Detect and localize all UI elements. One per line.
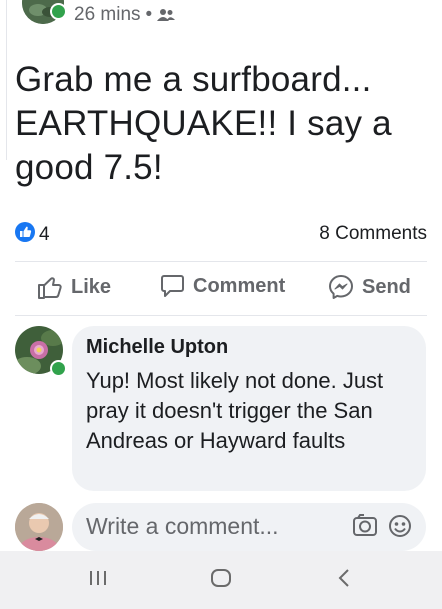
post-meta: 26 mins •: [74, 4, 176, 26]
comments-count-link[interactable]: 8 Comments: [319, 223, 427, 245]
send-button[interactable]: Send: [328, 274, 411, 300]
camera-icon[interactable]: [352, 514, 378, 543]
recent-apps-icon[interactable]: [88, 568, 108, 593]
commenter-name[interactable]: Michelle Upton: [86, 336, 228, 359]
online-status-dot: [50, 3, 67, 20]
post-text: Grab me a surfboard... EARTHQUAKE!! I sa…: [15, 60, 392, 187]
divider-top: [15, 261, 427, 262]
commenter-online-dot: [50, 360, 67, 377]
post-time[interactable]: 26 mins: [74, 4, 141, 26]
comment-label: Comment: [193, 275, 286, 297]
reactions-summary[interactable]: 4: [15, 222, 50, 248]
like-button[interactable]: Like: [37, 274, 111, 300]
friends-icon: [157, 8, 176, 22]
comment-button[interactable]: Comment: [160, 274, 285, 299]
messenger-icon: [328, 274, 354, 300]
divider-bottom: [15, 315, 427, 316]
like-label: Like: [71, 275, 112, 298]
like-count: 4: [39, 224, 50, 245]
thumbs-up-icon: [37, 274, 63, 300]
comment-placeholder: Write a comment...: [86, 513, 279, 539]
send-label: Send: [362, 275, 411, 298]
like-reaction-icon: [15, 222, 35, 248]
current-user-avatar[interactable]: [15, 503, 63, 551]
home-icon[interactable]: [210, 568, 232, 593]
back-icon[interactable]: [336, 568, 352, 593]
comment-text: Yup! Most likely not done. Just pray it …: [86, 368, 384, 453]
left-edge-divider: [0, 0, 7, 160]
speech-bubble-icon: [160, 274, 185, 299]
meta-separator: •: [145, 4, 153, 25]
emoji-icon[interactable]: [388, 514, 412, 543]
